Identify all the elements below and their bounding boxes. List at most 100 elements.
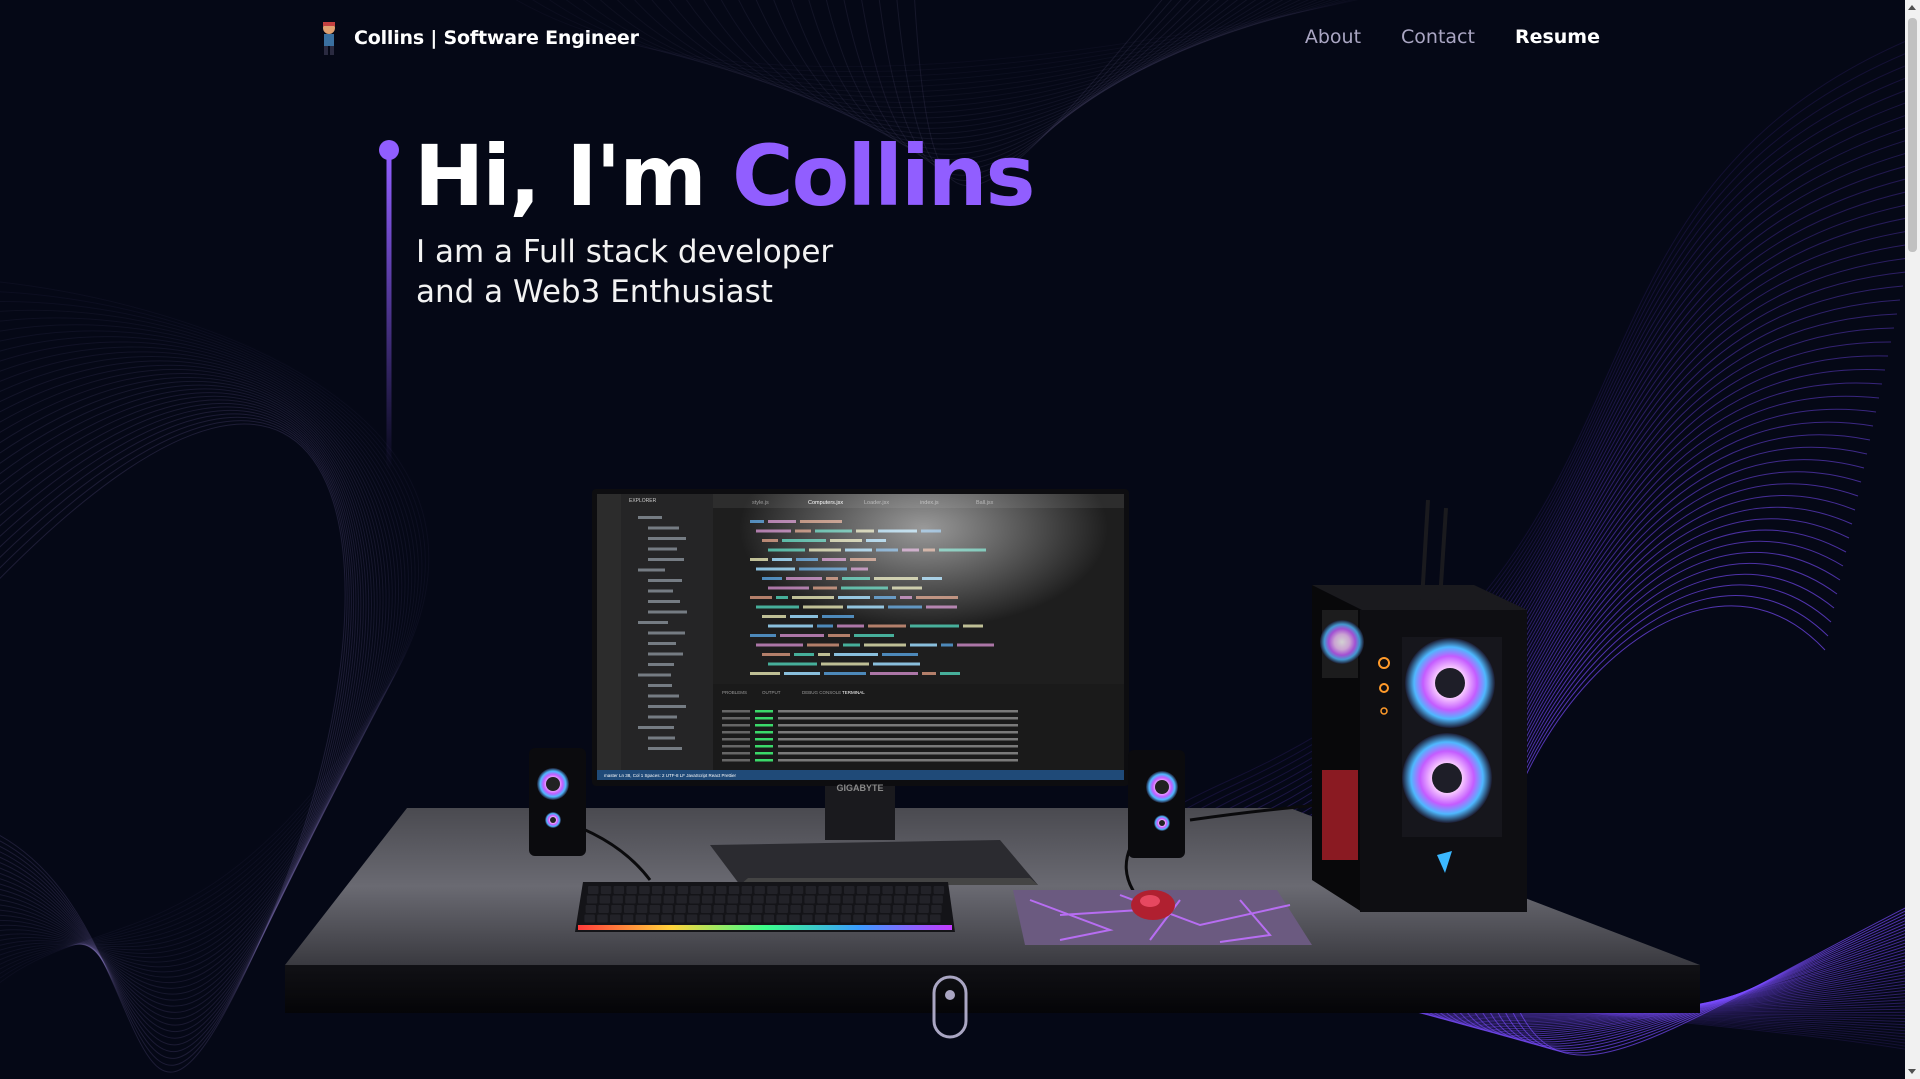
keyboard-key [664,886,676,894]
speaker-left [529,748,586,856]
keyboard-key [906,895,918,904]
keyboard-key [919,895,931,904]
keyboard-key [804,895,815,904]
brand-name: Collins [354,27,424,49]
keyboard-key [789,914,800,923]
keyboard-key [741,886,753,894]
monitor-brand-label: GIGABYTE [836,783,883,793]
keyboard-key [588,886,599,894]
keyboard-key [624,905,635,913]
keyboard-key [932,895,943,904]
keyboard-key [856,886,868,894]
keyboard-key [904,914,915,923]
keyboard-key [763,914,775,923]
keyboard-key [649,905,661,913]
keyboard-key [931,905,942,913]
keyboard-key [780,886,791,894]
keyboard-key [625,895,636,904]
keyboard-key [930,914,941,923]
scroll-up-arrow-icon[interactable] [1908,5,1916,10]
keyboard-key [917,914,928,923]
monitor-screen-code-editor: EXPLORERstyle.jsComputers.jsxLoader.jsxi… [597,494,1124,780]
keyboard-key [802,914,813,923]
keyboard-key [611,905,622,913]
keyboard-key [816,905,827,913]
keyboard-key [712,914,723,923]
keyboard-key [752,905,763,913]
hero-heading-name: Collins [732,127,1036,225]
keyboard-key [895,886,906,894]
keyboard-key [841,905,853,913]
keyboard-key [728,886,740,894]
nav-links: About Contact Resume [1305,26,1600,48]
hero-heading-prefix: Hi, I'm [414,127,732,225]
keyboard-key [905,905,917,913]
keyboard-key [805,886,817,894]
keyboard-key [880,905,891,913]
keyboard-key [868,895,879,904]
keyboard-key [853,914,864,923]
keyboard-key [754,886,765,894]
keyboard-key [713,905,725,913]
keyboard-key [677,886,689,894]
hero-heading: Hi, I'm Collins [414,127,1036,225]
keyboard-key [727,895,739,904]
keyboard-key [663,895,675,904]
pc-tower [1312,499,1527,912]
keyboard-key [690,886,701,894]
keyboard-key [803,905,814,913]
keyboard-key [908,886,919,894]
keyboard-key [766,895,777,904]
navbar: Collins | Software Engineer About Contac… [0,0,1905,78]
scroll-down-arrow-icon[interactable] [1908,1069,1916,1074]
keyboard-key [764,905,776,913]
keyboard-key [840,914,851,923]
keyboard-key [767,886,778,894]
keyboard-key [791,895,803,904]
keyboard-key [613,886,625,894]
keyboard-key [814,914,826,923]
keyboard-key [753,895,764,904]
keyboard-key [689,895,700,904]
keyboard-key [600,886,612,894]
keyboard-key [703,886,714,894]
scroll-thumb[interactable] [1908,18,1917,252]
keyboard-key [700,905,712,913]
keyboard-key [739,905,750,913]
keyboard-key [648,914,659,923]
keyboard-key [738,914,749,923]
keyboard-key [662,905,673,913]
keyboard-key [714,895,726,904]
keyboard-key [599,895,611,904]
nav-link-about[interactable]: About [1305,26,1361,48]
nav-link-resume[interactable]: Resume [1515,26,1600,48]
keyboard-key [777,905,789,913]
keyboard-key [792,886,804,894]
keyboard-key [750,914,762,923]
keyboard-key [675,905,686,913]
rgb-keyboard [575,882,955,932]
keyboard-key [674,914,685,923]
keyboard-key [585,905,597,913]
keyboard-key [776,914,787,923]
keyboard-key [827,914,839,923]
keyboard-key [867,905,878,913]
keyboard-key [818,886,829,894]
nav-link-contact[interactable]: Contact [1401,26,1475,48]
page-scrollbar[interactable] [1905,0,1920,1079]
keyboard-key [622,914,634,923]
keyboard-key [828,905,840,913]
keyboard-key [702,895,713,904]
brand-title: Collins | Software Engineer [354,27,639,49]
hero-subtitle: I am a Full stack developer and a Web3 E… [416,232,916,312]
keyboard-key [918,905,929,913]
scroll-down-mouse-icon[interactable] [932,975,968,1039]
keyboard-key [612,895,623,904]
speaker-right [1128,750,1185,858]
brand-home-link[interactable]: Collins | Software Engineer [316,20,639,56]
keyboard-key [817,895,828,904]
keyboard-key [661,914,672,923]
keyboard-key [636,905,648,913]
keyboard-key [831,886,842,894]
keyboard-key [933,886,945,894]
